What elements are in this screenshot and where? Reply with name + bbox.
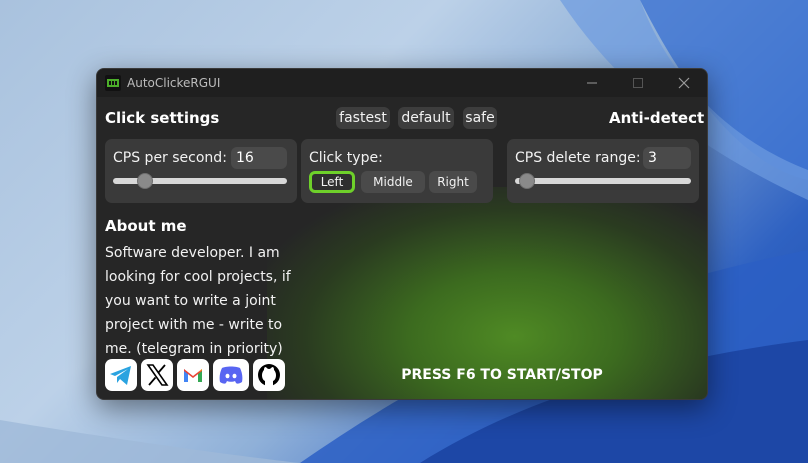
minimize-icon: [587, 82, 597, 84]
gmail-icon: [184, 369, 202, 382]
cps-delete-range-label: CPS delete range:: [515, 150, 641, 166]
cps-slider-handle[interactable]: [137, 173, 154, 189]
click-type-card: Click type: Left Middle Right: [301, 139, 493, 203]
discord-icon: [219, 366, 243, 384]
start-stop-hint: PRESS F6 TO START/STOP: [401, 367, 603, 383]
preset-fastest-button[interactable]: fastest: [336, 107, 390, 129]
click-type-label: Click type:: [309, 150, 383, 166]
cps-card: CPS per second: 16: [105, 139, 297, 203]
telegram-link[interactable]: [105, 359, 137, 391]
about-me-heading: About me: [105, 217, 187, 235]
about-me-text: Software developer. I am looking for coo…: [105, 245, 291, 357]
click-type-middle-button[interactable]: Middle: [361, 171, 425, 193]
cps-delete-range-slider-track[interactable]: [515, 178, 691, 184]
minimize-button[interactable]: [581, 73, 603, 93]
x-icon: [146, 364, 169, 386]
maximize-button[interactable]: [627, 73, 649, 93]
cps-delete-range-slider-handle[interactable]: [518, 173, 535, 189]
cps-input[interactable]: 16: [231, 147, 287, 169]
cps-delete-range-card: CPS delete range: 3: [507, 139, 699, 203]
close-button[interactable]: [673, 73, 695, 93]
click-settings-heading: Click settings: [105, 109, 220, 127]
gmail-link[interactable]: [177, 359, 209, 391]
anti-detect-heading: Anti-detect: [609, 109, 705, 127]
close-icon: [678, 77, 690, 89]
github-icon: [258, 364, 280, 386]
cps-label: CPS per second:: [113, 150, 227, 166]
discord-link[interactable]: [213, 359, 249, 391]
cps-delete-range-input[interactable]: 3: [643, 147, 691, 169]
github-link[interactable]: [253, 359, 285, 391]
main-content: Click settings Anti-detect fastest defau…: [97, 97, 707, 399]
maximize-icon: [633, 78, 643, 88]
telegram-icon: [110, 366, 131, 385]
app-window: AutoClickeRGUI Click settings Anti-detec…: [96, 68, 708, 400]
x-link[interactable]: [141, 359, 173, 391]
window-title: AutoClickeRGUI: [127, 76, 221, 90]
click-type-left-button[interactable]: Left: [309, 171, 355, 193]
click-type-right-button[interactable]: Right: [429, 171, 477, 193]
title-bar[interactable]: AutoClickeRGUI: [97, 69, 707, 97]
preset-safe-button[interactable]: safe: [463, 107, 497, 129]
preset-default-button[interactable]: default: [398, 107, 454, 129]
app-logo-icon: [105, 75, 121, 91]
